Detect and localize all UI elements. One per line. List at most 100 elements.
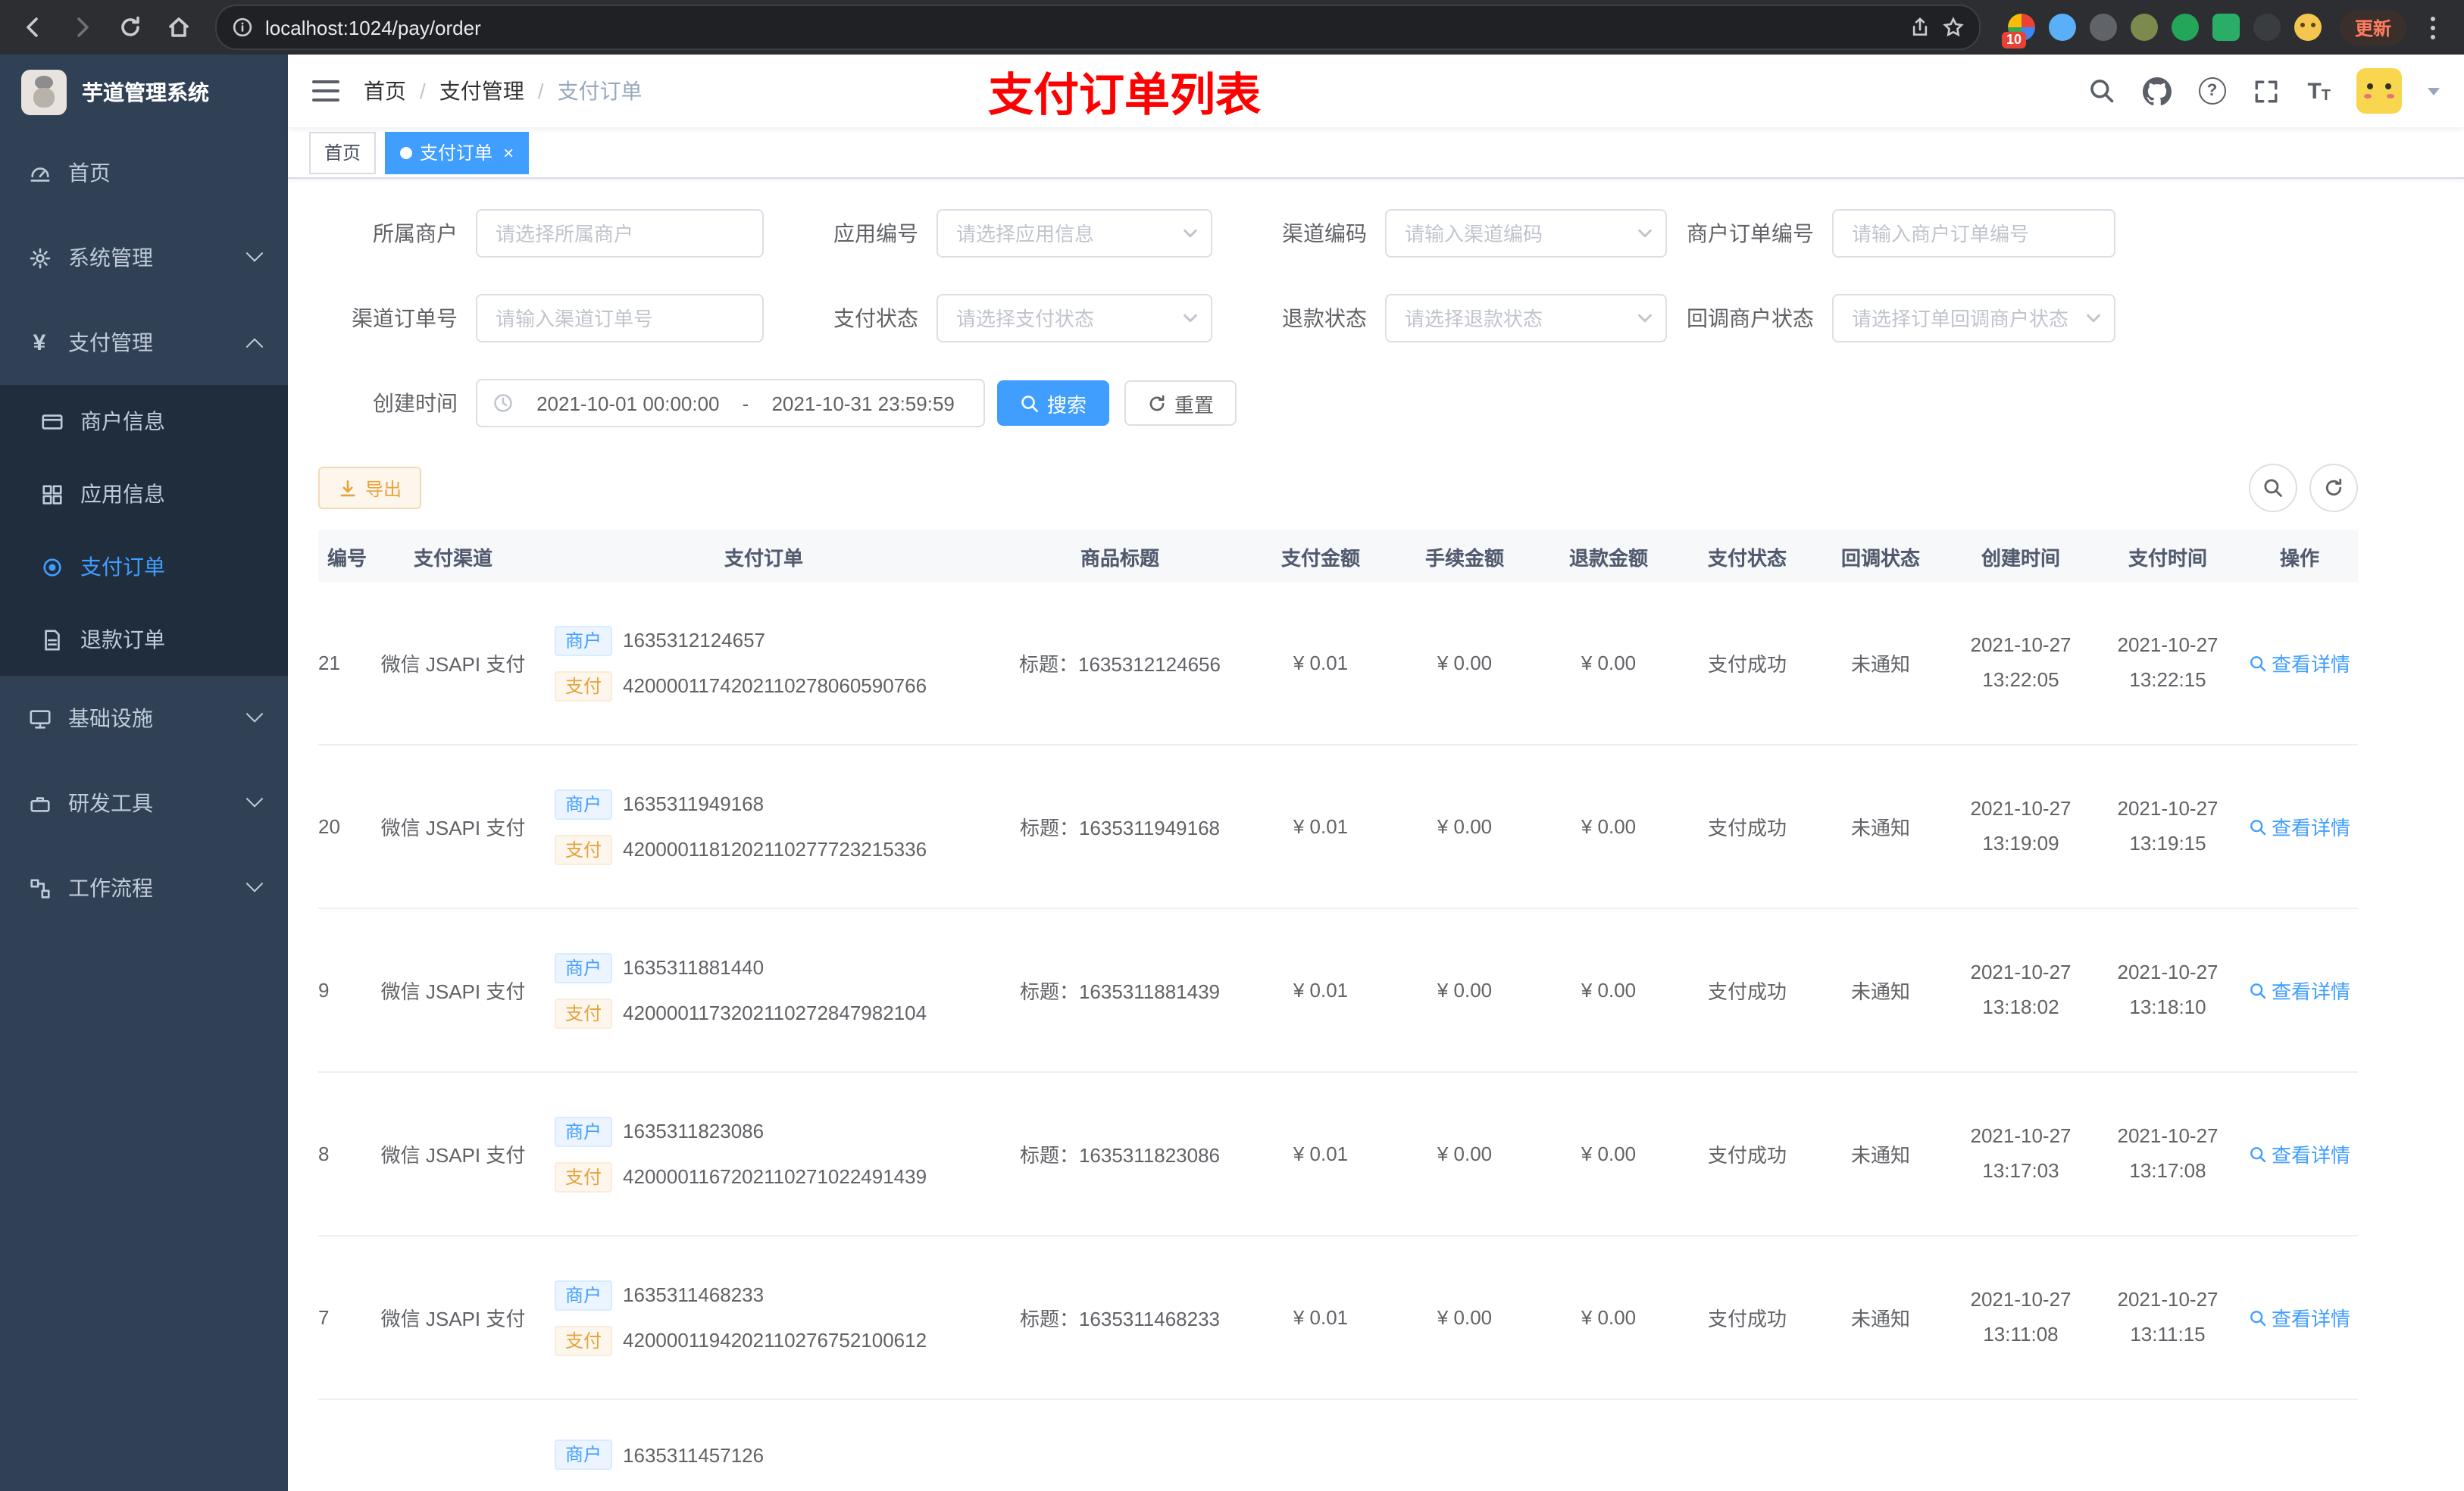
close-icon[interactable]: × — [503, 143, 514, 161]
search-icon[interactable] — [2086, 76, 2116, 106]
breadcrumb-section[interactable]: 支付管理 — [439, 76, 524, 106]
cell-action: 查看详情 — [2241, 1303, 2358, 1332]
view-detail-link[interactable]: 查看详情 — [2249, 976, 2350, 1005]
table-row-partial: 商户 1635311457126 — [318, 1400, 2358, 1491]
extension-drop-icon[interactable] — [2048, 14, 2076, 41]
browser-update-button[interactable]: 更新 — [2339, 10, 2406, 45]
grid-icon — [39, 482, 64, 506]
breadcrumb-separator: / — [420, 79, 426, 103]
sidebar-item-refund-order[interactable]: 退款订单 — [0, 603, 288, 676]
create-time-range-picker[interactable]: 2021-10-01 00:00:00 - 2021-10-31 23:59:5… — [476, 379, 985, 427]
reset-button[interactable]: 重置 — [1124, 380, 1237, 426]
refresh-table-button[interactable] — [2309, 464, 2358, 512]
extension-chat-icon[interactable] — [2212, 14, 2240, 41]
breadcrumb-home[interactable]: 首页 — [364, 76, 406, 106]
extension-dark-icon[interactable] — [2089, 14, 2117, 41]
reload-icon[interactable] — [109, 6, 152, 48]
column-header: 手续金额 — [1424, 546, 1504, 569]
document-icon — [39, 627, 64, 652]
browser-menu-icon[interactable] — [2419, 16, 2446, 39]
date-end[interactable]: 2021-10-31 23:59:59 — [758, 392, 968, 414]
cell-pay-time: 2021-10-27 13:11:15 — [2117, 1287, 2219, 1346]
search-icon — [2264, 479, 2282, 497]
sidebar: 芋道管理系统 首页 系统管理 支付管理 — [0, 55, 288, 1491]
cell-pay-order: 商户 1635311881440 支付 42000011732021102728… — [536, 952, 991, 1028]
forward-icon[interactable] — [61, 6, 103, 48]
cell-pay-order: 商户 1635312124657 支付 42000011742021102780… — [536, 625, 991, 701]
view-detail-link[interactable]: 查看详情 — [2249, 649, 2350, 677]
sidebar-item-label: 支付订单 — [80, 555, 165, 579]
sidebar-item-pay[interactable]: 支付管理 — [0, 300, 288, 385]
sidebar-item-devtools[interactable]: 研发工具 — [0, 761, 288, 846]
pay-order-no: 4200001181202110277723215336 — [623, 838, 927, 861]
cell-title: 标题：1635311881439 — [1019, 980, 1221, 1003]
sidebar-item-home[interactable]: 首页 — [0, 130, 288, 215]
address-bar[interactable]: localhost:1024/pay/order — [215, 5, 1981, 50]
pay-status-select[interactable] — [937, 294, 1212, 342]
dashboard-icon — [27, 161, 52, 185]
cell-pay-status: 支付成功 — [1707, 653, 1787, 676]
chevron-down-icon — [245, 790, 264, 808]
cell-notify-status: 未通知 — [1850, 653, 1910, 676]
notify-status-select[interactable] — [1832, 294, 2115, 342]
toggle-search-button[interactable] — [2249, 464, 2297, 512]
search-button[interactable]: 搜索 — [997, 380, 1110, 426]
sidebar-item-label: 商户信息 — [80, 409, 165, 433]
tab-home[interactable]: 首页 — [309, 131, 377, 173]
extension-face-icon[interactable] — [2294, 14, 2322, 41]
sidebar-item-workflow[interactable]: 工作流程 — [0, 846, 288, 930]
sidebar-item-label: 工作流程 — [68, 876, 153, 900]
font-size-icon[interactable] — [2307, 78, 2331, 104]
merchant-order-no-input[interactable] — [1832, 209, 2115, 258]
column-header: 创建时间 — [1981, 546, 2060, 569]
refund-status-select[interactable] — [1385, 294, 1667, 342]
cell-id: 21 — [318, 652, 340, 674]
merchant-tag: 商户 — [555, 789, 613, 819]
hamburger-icon[interactable] — [312, 80, 339, 102]
user-avatar[interactable] — [2356, 68, 2402, 114]
extension-olive-icon[interactable] — [2130, 14, 2158, 41]
bookmark-star-icon[interactable] — [1943, 17, 1964, 38]
cell-title: 标题：1635312124656 — [1019, 653, 1221, 676]
extension-green-icon[interactable] — [2171, 14, 2199, 41]
view-detail-link[interactable]: 查看详情 — [2249, 812, 2350, 841]
chevron-up-icon — [245, 338, 264, 355]
column-header: 商品标题 — [1080, 546, 1159, 569]
extension-puzzle-icon[interactable]: 10 — [2001, 14, 2035, 48]
fullscreen-icon[interactable] — [2251, 76, 2281, 106]
cell-refund: ¥ 0.00 — [1581, 979, 1637, 1002]
channel-order-no-input[interactable] — [476, 294, 764, 342]
view-detail-link[interactable]: 查看详情 — [2249, 1139, 2350, 1168]
cell-create-time: 2021-10-27 13:22:05 — [1970, 633, 2072, 691]
cell-pay-time: 2021-10-27 13:22:15 — [2117, 633, 2219, 691]
extension-pin-icon[interactable] — [2253, 14, 2281, 41]
url-text[interactable]: localhost:1024/pay/order — [265, 16, 1897, 39]
help-icon[interactable] — [2198, 77, 2226, 105]
back-icon[interactable] — [12, 6, 55, 48]
page-content: 所属商户 应用编号 渠道编码 商户订单编号 — [288, 179, 2464, 1491]
filter-label: 商户订单编号 — [1687, 221, 1814, 245]
date-start[interactable]: 2021-10-01 00:00:00 — [523, 392, 733, 414]
github-icon[interactable] — [2142, 76, 2172, 106]
share-icon[interactable] — [1909, 17, 1931, 38]
sidebar-item-infra[interactable]: 基础设施 — [0, 676, 288, 761]
sidebar-item-merchant-info[interactable]: 商户信息 — [0, 385, 288, 458]
column-header: 支付时间 — [2128, 546, 2207, 569]
sidebar-item-pay-order[interactable]: 支付订单 — [0, 530, 288, 603]
app-id-select[interactable] — [937, 209, 1212, 258]
sidebar-item-app-info[interactable]: 应用信息 — [0, 458, 288, 530]
merchant-select[interactable] — [476, 209, 764, 258]
search-icon — [2250, 1146, 2266, 1162]
cell-id: 8 — [318, 1142, 330, 1165]
export-button[interactable]: 导出 — [318, 467, 422, 509]
view-detail-link[interactable]: 查看详情 — [2249, 1303, 2350, 1332]
sidebar-item-system[interactable]: 系统管理 — [0, 215, 288, 300]
avatar-caret-icon[interactable] — [2428, 87, 2440, 95]
home-icon[interactable] — [158, 6, 200, 48]
chevron-down-icon — [245, 875, 264, 892]
cell-action: 查看详情 — [2241, 812, 2358, 841]
site-info-icon[interactable] — [232, 17, 253, 38]
channel-code-select[interactable] — [1385, 209, 1667, 258]
filter-row-2: 渠道订单号 支付状态 退款状态 回调商户状态 — [318, 294, 2434, 342]
tab-pay-order[interactable]: 支付订单 × — [385, 131, 530, 173]
